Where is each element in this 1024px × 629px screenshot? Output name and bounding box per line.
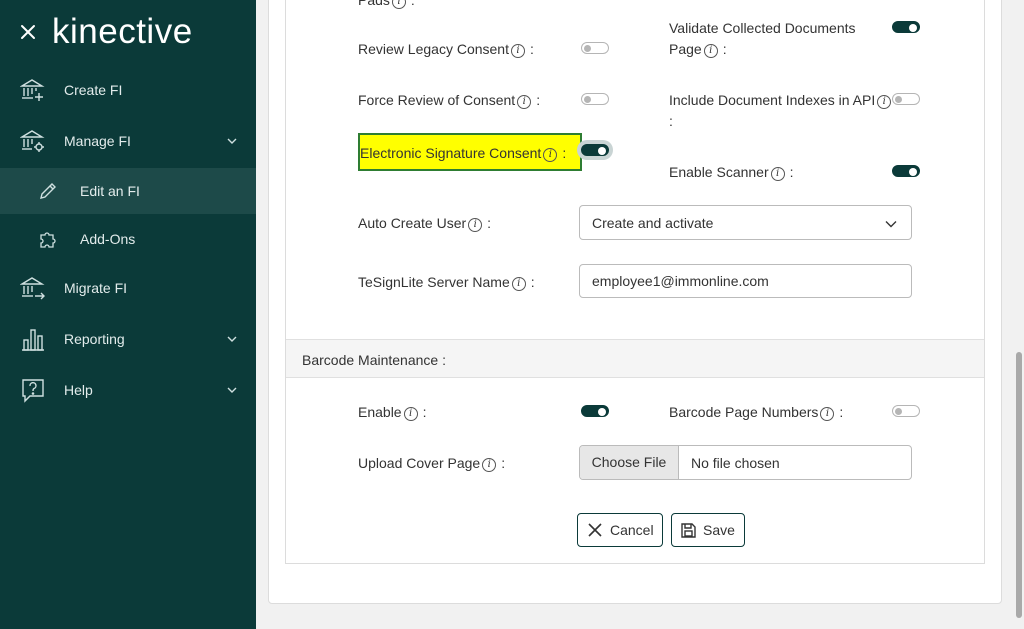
enable-scanner-toggle[interactable] (892, 165, 920, 177)
sidebar: kinective Create FI Manage FI Edit an FI… (0, 0, 256, 629)
auto-create-user-select[interactable]: Create and activate (579, 205, 912, 240)
page-scrollbar[interactable] (1014, 0, 1024, 629)
info-icon[interactable]: i (770, 167, 785, 181)
info-icon[interactable]: i (820, 407, 835, 421)
info-icon[interactable]: i (877, 95, 892, 109)
auto-create-user-label: Auto Create User i: (358, 215, 492, 232)
info-icon[interactable]: i (703, 44, 718, 58)
sidebar-item-reporting[interactable]: Reporting (0, 316, 256, 362)
chevron-down-icon (227, 336, 237, 342)
include-document-indexes-label: Include Document Indexes in API i (669, 92, 893, 109)
sidebar-item-create-fi[interactable]: Create FI (0, 67, 256, 113)
barcode-page-numbers-toggle[interactable] (892, 405, 920, 417)
barcode-enable-label: Enable i: (358, 404, 427, 421)
barcode-enable-toggle[interactable] (581, 405, 609, 417)
tesignlite-server-label: TeSignLite Server Name i: (358, 274, 535, 291)
info-icon[interactable]: i (482, 458, 497, 472)
brand-bar: kinective (0, 0, 256, 64)
info-icon[interactable]: i (517, 95, 532, 109)
scrollbar-thumb[interactable] (1016, 352, 1022, 618)
chevron-down-icon (227, 387, 237, 393)
review-legacy-consent-toggle[interactable] (581, 42, 609, 54)
sidebar-item-label: Edit an FI (80, 183, 140, 199)
pencil-icon (40, 183, 56, 199)
kinective-logo: kinective (52, 12, 193, 51)
sidebar-item-help[interactable]: Help (0, 367, 256, 413)
info-icon[interactable]: i (510, 44, 525, 58)
sidebar-item-migrate-fi[interactable]: Migrate FI (0, 265, 256, 311)
sidebar-item-label: Help (64, 382, 93, 398)
validate-documents-toggle[interactable] (892, 21, 920, 33)
review-legacy-consent-label: Review Legacy Consent i: (358, 41, 534, 58)
include-document-indexes-colon: : (669, 113, 673, 129)
force-review-consent-label: Force Review of Consent i: (358, 92, 541, 109)
sidebar-item-label: Migrate FI (64, 280, 128, 296)
sidebar-item-label: Add-Ons (80, 231, 136, 247)
info-icon[interactable]: i (543, 148, 558, 162)
electronic-signature-consent-label: Electronic Signature Consent i: (360, 145, 567, 162)
floppy-disk-icon (681, 522, 696, 538)
validate-documents-label: Validate Collected Documents (669, 20, 856, 36)
select-value: Create and activate (592, 215, 714, 231)
electronic-signature-consent-toggle[interactable] (581, 144, 609, 156)
bank-arrow-icon (20, 277, 45, 300)
choose-file-button[interactable]: Choose File (580, 446, 679, 479)
puzzle-icon (40, 232, 56, 248)
bank-plus-icon (20, 79, 45, 101)
info-icon[interactable]: i (468, 218, 483, 232)
include-document-indexes-toggle[interactable] (892, 93, 920, 105)
sidebar-item-label: Manage FI (64, 133, 131, 149)
sidebar-item-label: Create FI (64, 82, 123, 98)
chevron-down-icon (227, 138, 237, 144)
cancel-button[interactable]: Cancel (577, 513, 663, 547)
chevron-down-icon (885, 221, 897, 228)
tesignlite-server-input[interactable] (579, 264, 912, 298)
upload-cover-page-file-input[interactable]: Choose File No file chosen (579, 445, 912, 480)
sidebar-item-label: Reporting (64, 331, 125, 347)
help-bubble-icon (22, 379, 44, 403)
info-icon[interactable]: i (511, 277, 526, 291)
close-icon (588, 523, 602, 537)
close-icon[interactable] (18, 22, 38, 42)
upload-cover-page-label: Upload Cover Page i: (358, 455, 506, 472)
section-title: Barcode Maintenance : (302, 352, 446, 368)
sidebar-item-add-ons[interactable]: Add-Ons (0, 216, 256, 262)
enable-scanner-label: Enable Scanner i: (669, 164, 794, 181)
bar-chart-icon (22, 329, 44, 351)
save-button[interactable]: Save (671, 513, 745, 547)
sidebar-item-edit-fi[interactable]: Edit an FI (0, 168, 256, 214)
barcode-section-header: Barcode Maintenance : (286, 339, 984, 378)
barcode-page-numbers-label: Barcode Page Numbers i: (669, 404, 844, 421)
info-icon[interactable]: i (403, 407, 418, 421)
bank-gear-icon (20, 130, 45, 152)
validate-documents-label-line2: Page i: (669, 41, 727, 58)
pads-label: Pads i: (358, 0, 415, 9)
file-name-text: No file chosen (691, 455, 780, 471)
sidebar-item-manage-fi[interactable]: Manage FI (0, 118, 256, 164)
force-review-consent-toggle[interactable] (581, 93, 609, 105)
info-icon[interactable]: i (391, 0, 406, 9)
